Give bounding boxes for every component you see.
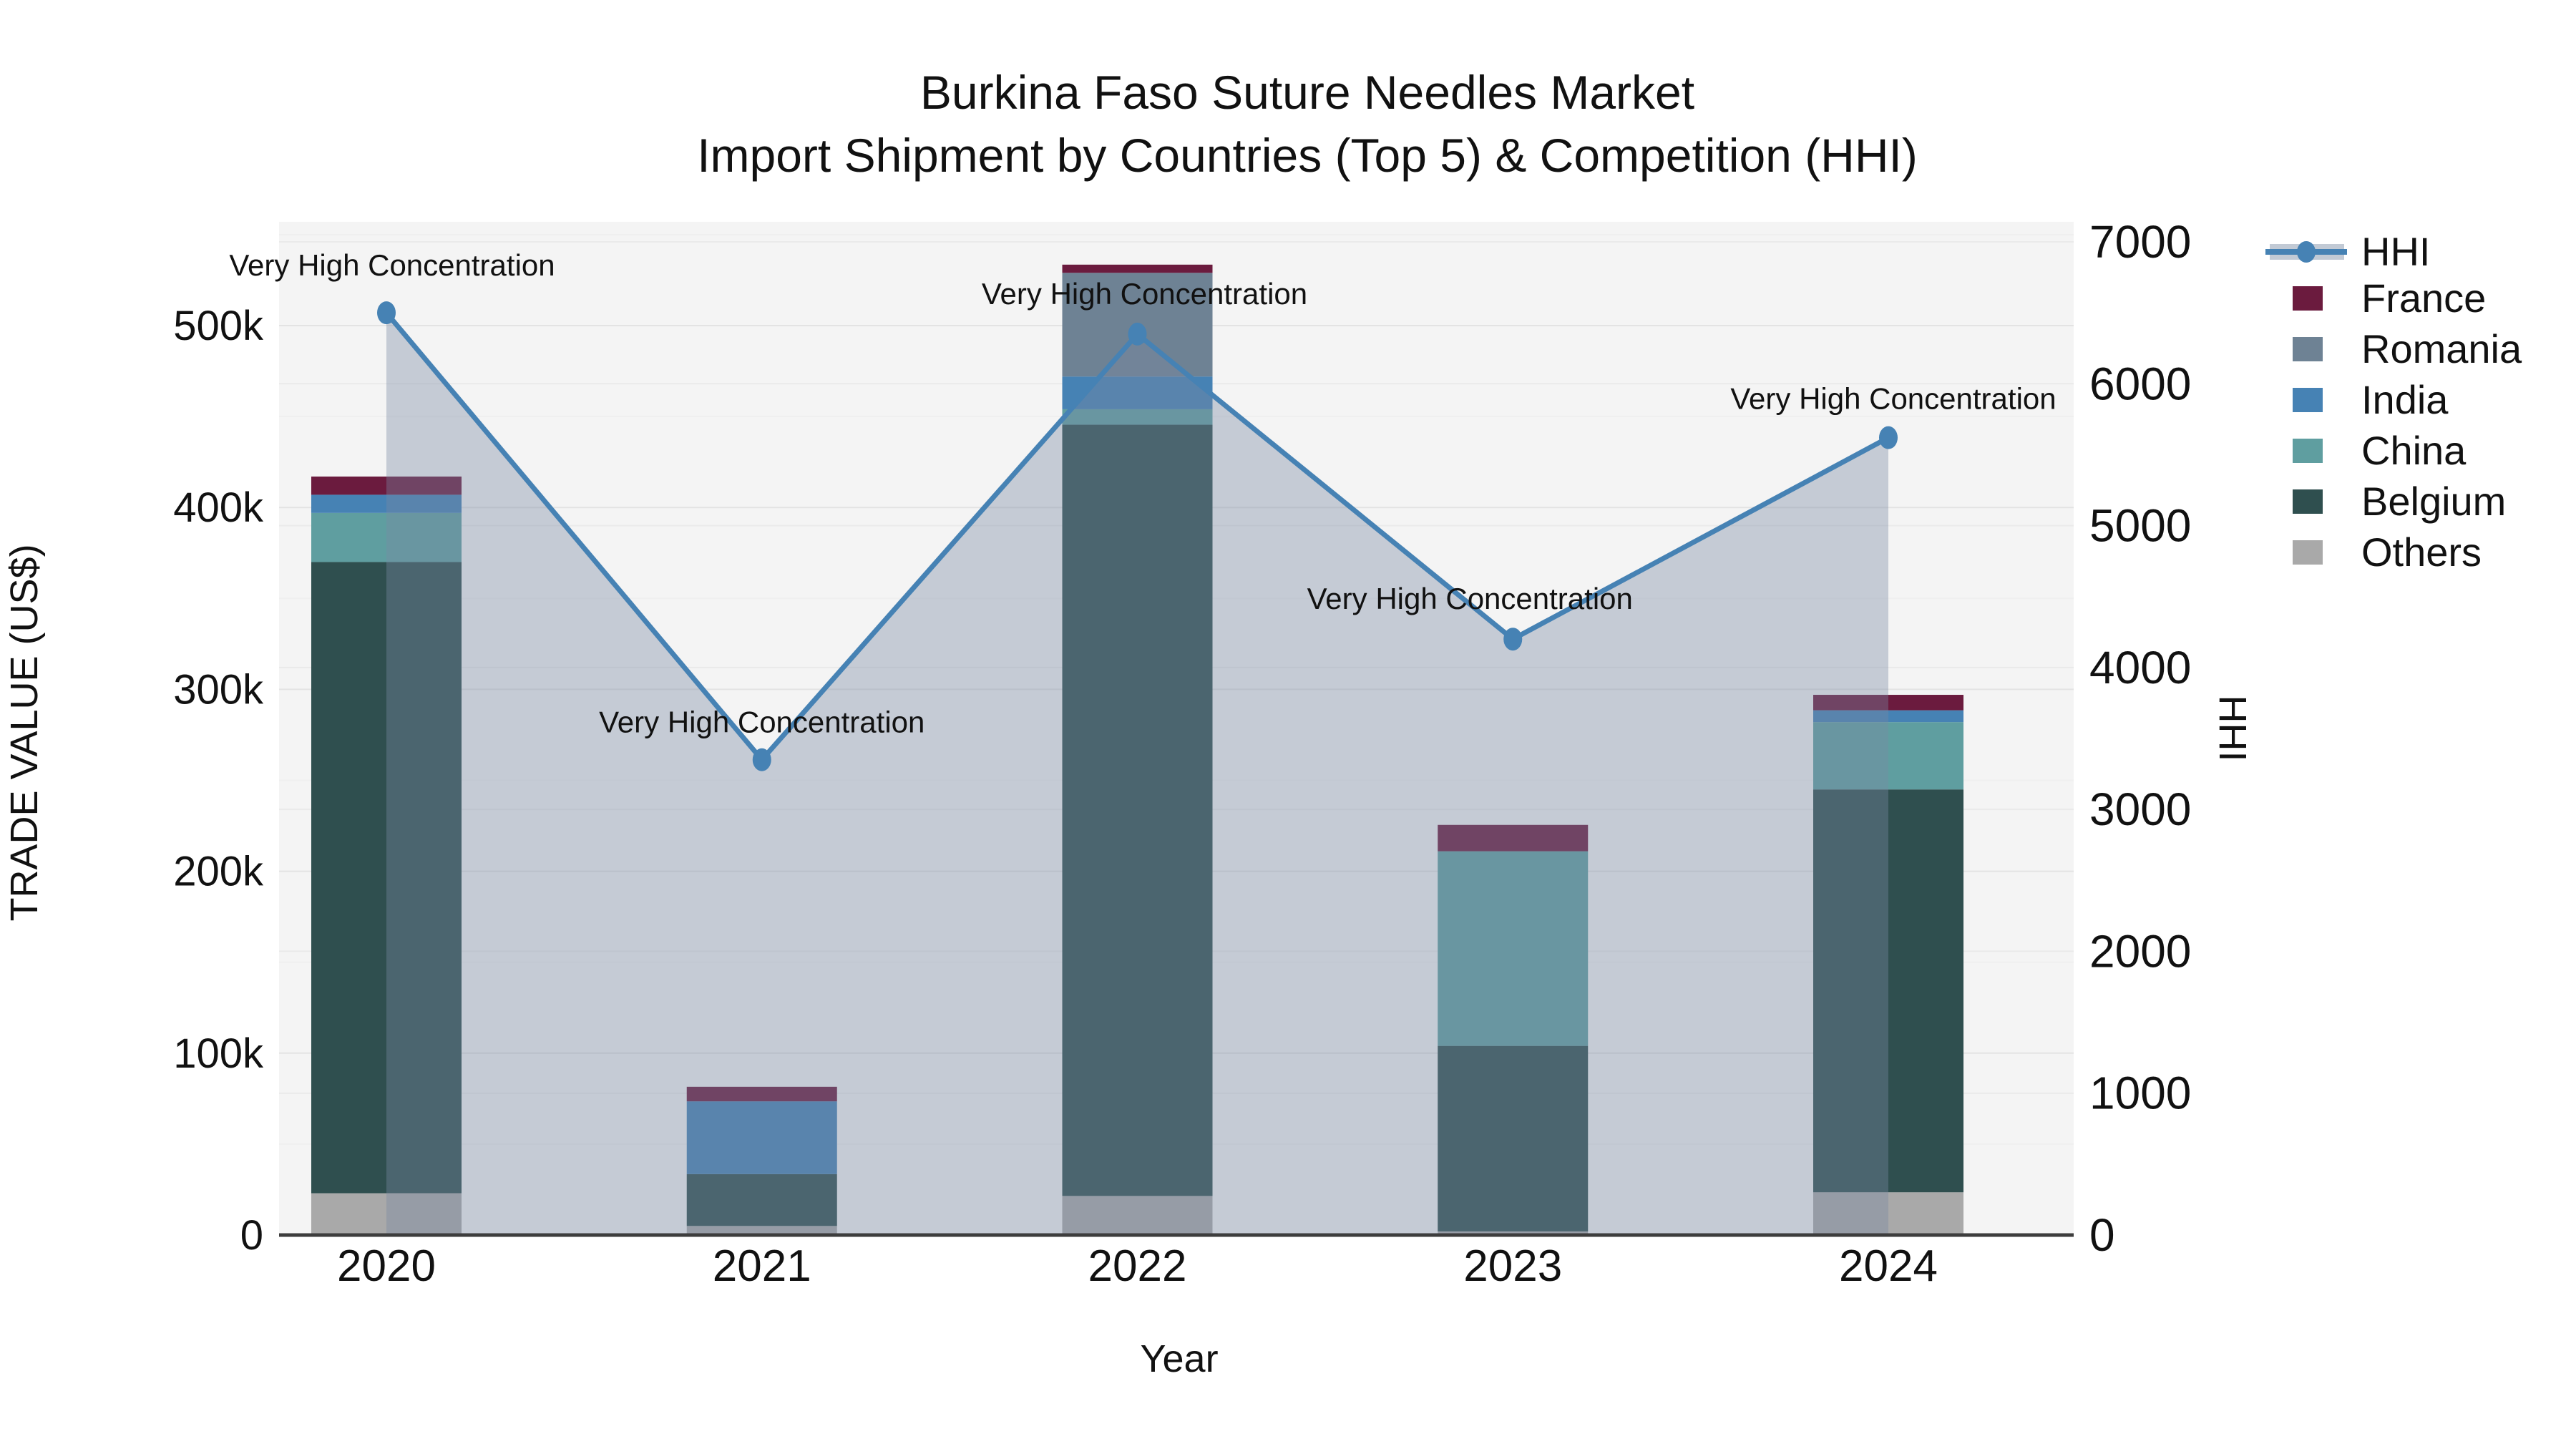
y-left-tick-400k: 400k — [173, 484, 264, 531]
y-right-axis-title: HHI — [2211, 696, 2254, 762]
x-tick-2021: 2021 — [713, 1241, 811, 1291]
legend-label-hhi: HHI — [2361, 229, 2430, 274]
y-left-tick-300k: 300k — [173, 666, 264, 713]
y-right-tick-2000: 2000 — [2089, 925, 2191, 977]
annotation-2021: Very High Concentration — [599, 706, 924, 739]
chart-figure: 0 100k 200k 300k 400k 500k 0 1000 2000 3000 4000 50… — [0, 0, 2576, 1449]
hhi-marker-2022 — [1128, 322, 1147, 346]
y-right-tick-7000: 7000 — [2089, 216, 2191, 268]
chart-title-line1: Burkina Faso Suture Needles Market — [920, 66, 1694, 119]
hhi-marker-icon — [2297, 241, 2316, 263]
y-right-tick-3000: 3000 — [2089, 784, 2191, 835]
bar-segment-france-2022 — [1062, 264, 1213, 273]
y-left-tick-200k: 200k — [173, 849, 264, 895]
legend-label-belgium: Belgium — [2361, 479, 2506, 524]
y-right-tick-6000: 6000 — [2089, 358, 2191, 409]
x-axis-title: Year — [1140, 1337, 1218, 1380]
y-left-axis-title: TRADE VALUE (US$) — [3, 544, 46, 921]
france-swatch — [2293, 286, 2323, 311]
y-right-tick-0: 0 — [2089, 1209, 2115, 1261]
annotation-2024: Very High Concentration — [1730, 382, 2056, 416]
india-swatch — [2293, 388, 2323, 412]
x-tick-2024: 2024 — [1839, 1241, 1938, 1291]
legend-label-france: France — [2361, 275, 2486, 321]
china-swatch — [2293, 439, 2323, 463]
hhi-marker-2023 — [1503, 628, 1523, 651]
x-tick-2023: 2023 — [1463, 1241, 1562, 1291]
hhi-marker-2021 — [752, 748, 771, 771]
legend-label-romania: Romania — [2361, 326, 2522, 371]
y-right-tick-1000: 1000 — [2089, 1068, 2191, 1119]
annotation-2022: Very High Concentration — [982, 277, 1307, 311]
y-left-tick-0: 0 — [240, 1212, 263, 1259]
legend-label-india: India — [2361, 377, 2449, 422]
x-tick-2020: 2020 — [337, 1241, 436, 1291]
y-left-tick-100k: 100k — [173, 1030, 264, 1077]
chart-title-line2: Import Shipment by Countries (Top 5) & C… — [697, 129, 1918, 182]
others-swatch — [2293, 540, 2323, 565]
y-right-tick-4000: 4000 — [2089, 642, 2191, 693]
annotation-2020: Very High Concentration — [229, 248, 555, 282]
romania-swatch — [2293, 337, 2323, 361]
y-right-tick-5000: 5000 — [2089, 500, 2191, 552]
y-left-tick-500k: 500k — [173, 303, 264, 349]
annotation-2023: Very High Concentration — [1307, 582, 1633, 615]
x-tick-2022: 2022 — [1088, 1241, 1187, 1291]
hhi-marker-2024 — [1879, 426, 1898, 449]
hhi-marker-2020 — [377, 301, 396, 325]
legend-label-others: Others — [2361, 530, 2482, 575]
belgium-swatch — [2293, 489, 2323, 514]
legend-label-china: China — [2361, 428, 2467, 473]
